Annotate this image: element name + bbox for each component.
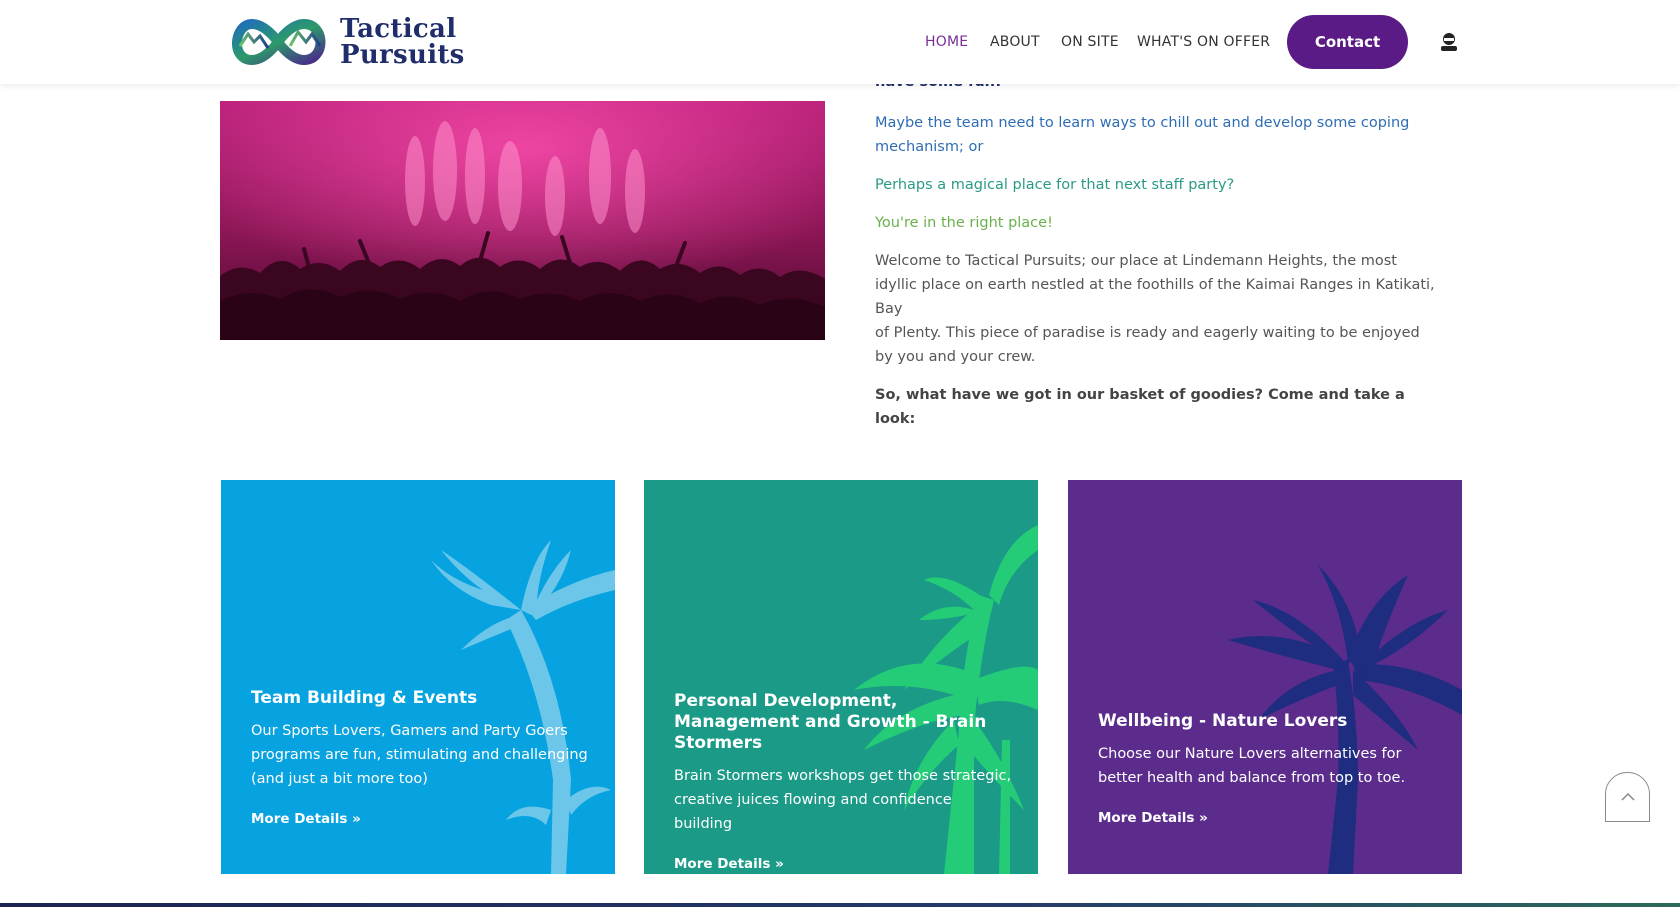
more-details-link[interactable]: More Details » [674,856,784,872]
card-personal-development[interactable]: Personal Development, Management and Gro… [644,480,1038,874]
card-team-building[interactable]: Team Building & Events Our Sports Lovers… [221,480,615,874]
more-details-link[interactable]: More Details » [251,811,361,827]
scroll-to-top-button[interactable] [1605,772,1650,822]
intro-paragraph-2: Perhaps a magical place for that next st… [875,177,1235,193]
intro-paragraph-1: Maybe the team need to learn ways to chi… [875,115,1410,155]
intro-paragraph-4: Welcome to Tactical Pursuits; our place … [875,249,1445,369]
user-account-icon[interactable] [1438,31,1460,53]
card-content: Personal Development, Management and Gro… [674,691,1014,872]
intro-paragraph-4-line: Welcome to Tactical Pursuits; our place … [875,253,1397,269]
site-header: Tactical Pursuits HOME ABOUT ON SITE WHA… [0,0,1680,84]
footer-edge [0,903,1680,907]
intro-text: have some fun! Maybe the team need to le… [875,75,1445,431]
logo-text-line1: Tactical [340,14,457,44]
intro-paragraph-4-line: by you and your crew. [875,349,1036,365]
concert-crowd-image [220,101,825,340]
card-description: Choose our Nature Lovers alternatives fo… [1098,746,1406,786]
intro-paragraph-3: You're in the right place! [875,215,1053,231]
intro-paragraph-4-line: idyllic place on earth nestled at the fo… [875,277,1435,317]
intro-paragraph-4-line: of Plenty. This piece of paradise is rea… [875,325,1420,341]
site-logo[interactable]: Tactical Pursuits [226,16,465,68]
card-content: Team Building & Events Our Sports Lovers… [251,688,591,827]
nav-on-site[interactable]: ON SITE [1061,34,1119,50]
contact-button[interactable]: Contact [1287,15,1408,69]
chevron-up-icon [1620,792,1635,801]
logo-text: Tactical Pursuits [340,16,465,68]
card-description: Our Sports Lovers, Gamers and Party Goer… [251,723,588,787]
nav-home[interactable]: HOME [925,34,968,50]
nav-whats-on-offer[interactable]: WHAT'S ON OFFER [1137,34,1270,50]
card-wellbeing[interactable]: Wellbeing - Nature Lovers Choose our Nat… [1068,480,1462,874]
more-details-link[interactable]: More Details » [1098,810,1208,826]
card-description: Brain Stormers workshops get those strat… [674,768,1012,832]
card-title: Team Building & Events [251,688,478,708]
infinity-logo-icon [232,18,326,66]
card-content: Wellbeing - Nature Lovers Choose our Nat… [1098,711,1438,826]
card-title: Wellbeing - Nature Lovers [1098,711,1348,731]
intro-paragraph-5: So, what have we got in our basket of go… [875,387,1405,427]
card-title: Personal Development, Management and Gro… [674,691,987,753]
logo-text-line2: Pursuits [340,40,465,70]
nav-about[interactable]: ABOUT [990,34,1040,50]
